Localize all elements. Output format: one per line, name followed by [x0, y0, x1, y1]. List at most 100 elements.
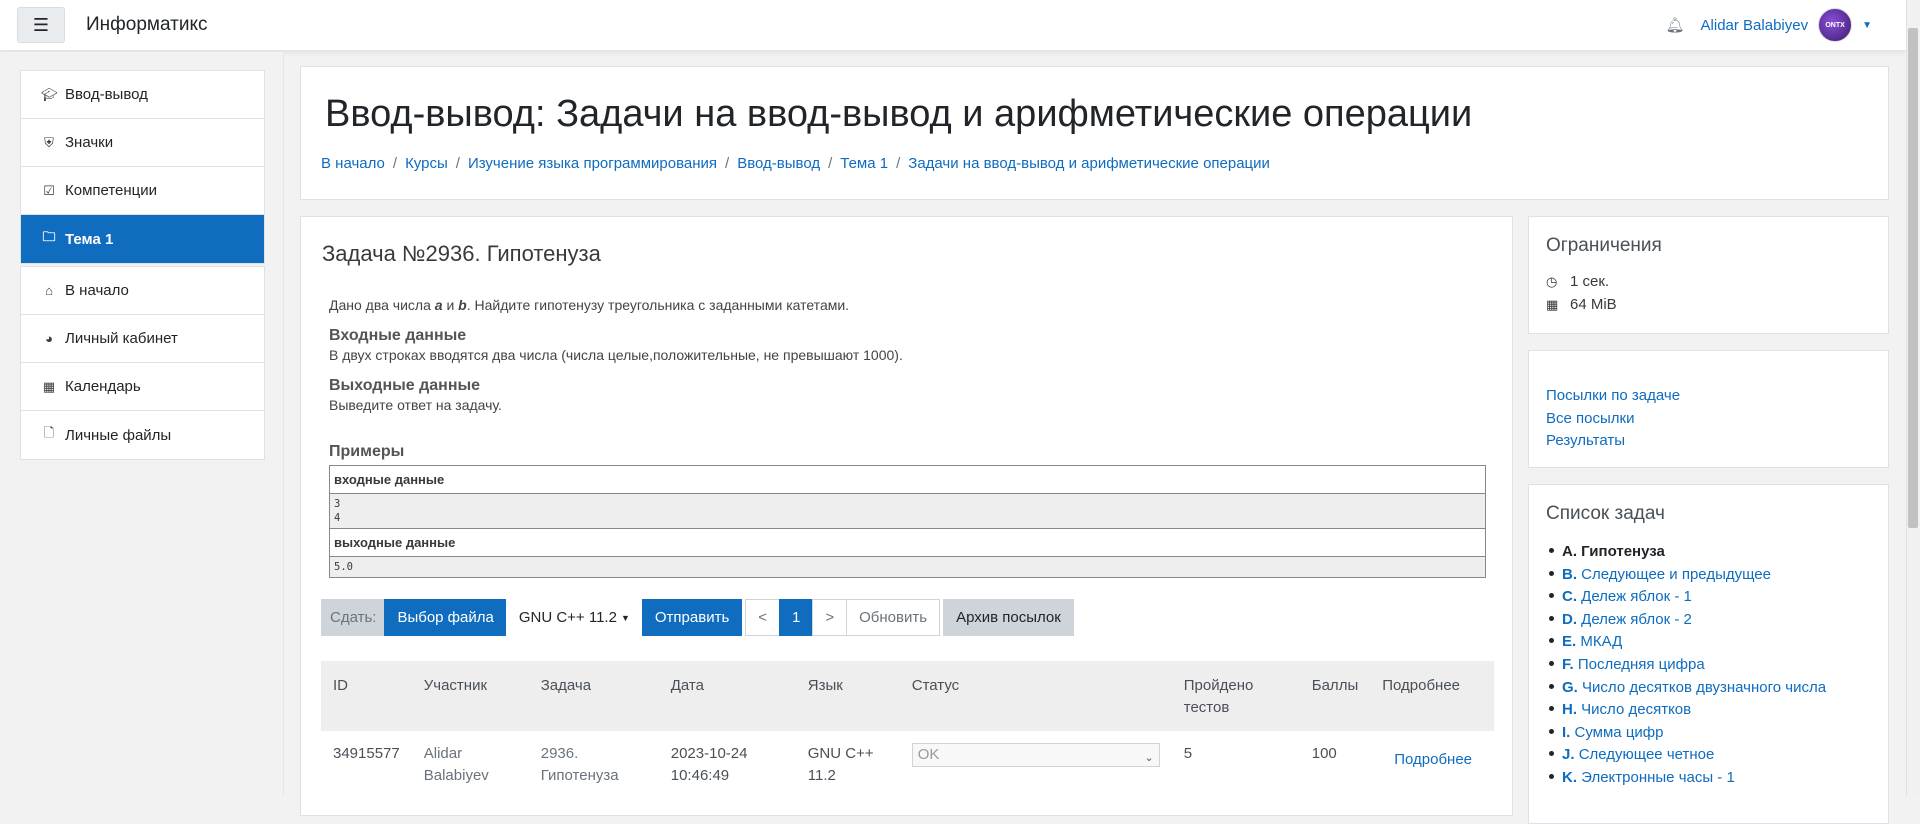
bell-icon[interactable]: 🔔︎: [1665, 16, 1684, 34]
clock-icon: ◷: [1546, 273, 1558, 289]
nav-item-home[interactable]: ⌂ В начало: [21, 267, 264, 315]
bullet: [1549, 728, 1554, 734]
problem-statement: Дано два числа a и b. Найдите гипотенузу…: [329, 297, 1509, 413]
nav-item-competencies[interactable]: ☑ Компетенции: [21, 167, 264, 215]
details-link[interactable]: Подробнее: [1394, 751, 1472, 768]
refresh-button[interactable]: Обновить: [846, 599, 941, 636]
link-results[interactable]: Результаты: [1546, 432, 1625, 449]
sample-table: входные данные 34 выходные данные 5.0: [329, 465, 1486, 578]
cell-language: GNU C++ 11.2: [796, 731, 900, 799]
nav-item-calendar[interactable]: ▦ Календарь: [21, 363, 264, 411]
nav-item-topic-1[interactable]: 🗀 Тема 1: [21, 215, 264, 263]
table-header-row: ID Участник Задача Дата Язык Статус Прой…: [321, 661, 1494, 731]
links-card: Посылки по задаче Все посылки Результаты: [1528, 350, 1889, 468]
user-name[interactable]: Alidar Balabiyev: [1701, 17, 1809, 34]
top-navbar: ☰ Информатикс 🔔︎ Alidar Balabiyev ONTX ▼: [0, 0, 1906, 51]
list-item[interactable]: E. МКАД: [1549, 631, 1826, 654]
page-scrollbar[interactable]: [1906, 0, 1920, 796]
site-brand[interactable]: Информатикс: [86, 14, 207, 36]
status-select[interactable]: OK ⌄: [911, 743, 1160, 767]
task-link[interactable]: Электронные часы - 1: [1581, 769, 1735, 786]
breadcrumb-category[interactable]: Изучение языка программирования: [468, 155, 717, 172]
send-button[interactable]: Отправить: [641, 599, 743, 636]
date-line: 10:46:49: [670, 767, 730, 784]
task-link[interactable]: Число десятков: [1581, 701, 1691, 718]
scrollbar-thumb[interactable]: [1908, 28, 1918, 528]
list-item[interactable]: C. Дележ яблок - 1: [1549, 586, 1826, 609]
next-page-button[interactable]: >: [812, 599, 848, 636]
task-letter: G.: [1562, 678, 1578, 696]
nav-item-private-files[interactable]: 🗋 Личные файлы: [21, 411, 264, 459]
task-link[interactable]: Дележ яблок - 1: [1581, 588, 1692, 605]
link-list: Посылки по задаче Все посылки Результаты: [1546, 385, 1680, 453]
task-letter: A.: [1562, 543, 1577, 560]
task-link[interactable]: Дележ яблок - 2: [1581, 611, 1692, 628]
chevron-down-icon[interactable]: ▼: [1862, 20, 1872, 31]
choose-file-button[interactable]: Выбор файла: [384, 599, 507, 636]
list-item[interactable]: J. Следующее четное: [1549, 744, 1826, 767]
task-list-title: Список задач: [1546, 503, 1665, 524]
statement-part: Дано два числа: [329, 297, 435, 313]
sample-input-line: 3: [334, 498, 341, 510]
list-item[interactable]: I. Сумма цифр: [1549, 722, 1826, 745]
list-item[interactable]: F. Последняя цифра: [1549, 654, 1826, 677]
variable-a: a: [434, 297, 443, 313]
task-link[interactable]: Число десятков двузначного числа: [1582, 679, 1826, 696]
breadcrumb-home[interactable]: В начало: [321, 155, 385, 172]
bullet: [1549, 683, 1554, 689]
status-value: OK: [917, 746, 940, 763]
task-link[interactable]: Последняя цифра: [1578, 656, 1705, 673]
bullet: [1549, 593, 1554, 599]
menu-toggle-button[interactable]: ☰: [17, 7, 65, 43]
nav-item-course[interactable]: 🎓︎ Ввод-вывод: [21, 71, 264, 119]
breadcrumb-separator: /: [896, 155, 901, 172]
calendar-icon: ▦: [42, 378, 56, 394]
breadcrumb-activity[interactable]: Задачи на ввод-вывод и арифметические оп…: [908, 155, 1270, 172]
task-link[interactable]: МКАД: [1580, 633, 1622, 650]
col-details: Подробнее: [1370, 661, 1494, 731]
list-item[interactable]: K. Электронные часы - 1: [1549, 767, 1826, 790]
link-all-submissions[interactable]: Все посылки: [1546, 410, 1634, 427]
list-item[interactable]: B. Следующее и предыдущее: [1549, 564, 1826, 587]
bullet: [1549, 661, 1554, 666]
nav-item-dashboard[interactable]: ◕ Личный кабинет: [21, 315, 264, 363]
nav-item-badges[interactable]: ⛨ Значки: [21, 119, 264, 167]
bullet: [1549, 706, 1554, 712]
col-tests-line: Пройдено: [1183, 677, 1254, 694]
page-1-button[interactable]: 1: [779, 599, 814, 636]
breadcrumb-courses[interactable]: Курсы: [405, 155, 448, 172]
col-task: Задача: [528, 661, 659, 731]
task-link[interactable]: Следующее четное: [1579, 746, 1715, 763]
page-header: Ввод-вывод: Задачи на ввод-вывод и арифм…: [300, 66, 1889, 200]
link-task-submissions[interactable]: Посылки по задаче: [1546, 387, 1680, 404]
list-item[interactable]: D. Дележ яблок - 2: [1549, 609, 1826, 632]
problem-card: Задача №2936. Гипотенуза Дано два числа …: [300, 216, 1513, 816]
breadcrumb-course[interactable]: Ввод-вывод: [737, 155, 820, 172]
prev-page-button[interactable]: <: [745, 599, 781, 636]
problem-title: Задача №2936. Гипотенуза: [322, 241, 601, 266]
nav-item-label: В начало: [65, 282, 129, 299]
statement-part: и: [442, 297, 459, 313]
cell-tests: 5: [1183, 745, 1193, 762]
bullet: [1549, 638, 1554, 644]
list-item[interactable]: G. Число десятков двузначного числа: [1549, 677, 1826, 700]
bullet: [1549, 751, 1554, 757]
task-link[interactable]: Сумма цифр: [1575, 724, 1664, 741]
list-item[interactable]: H. Число десятков: [1549, 699, 1826, 722]
sample-output-value: 5.0: [329, 556, 1486, 578]
breadcrumb-topic[interactable]: Тема 1: [840, 155, 888, 172]
statement-part: . Найдите гипотенузу треугольника с зада…: [466, 297, 850, 313]
nav-item-label: Календарь: [65, 378, 141, 395]
task-letter: F.: [1562, 655, 1574, 673]
breadcrumb-separator: /: [392, 155, 398, 172]
archive-button[interactable]: Архив посылок: [943, 599, 1074, 636]
language-select[interactable]: GNU C++ 11.2 ▼: [505, 599, 643, 636]
time-limit-value: 1 сек.: [1570, 273, 1610, 290]
task-letter: K.: [1562, 768, 1577, 786]
task-letter: H.: [1562, 701, 1577, 719]
memory-limit: ▦ 64 MiB: [1546, 296, 1617, 313]
task-name: Гипотенуза: [1581, 543, 1665, 560]
submit-label: Сдать:: [321, 599, 386, 636]
task-link[interactable]: Следующее и предыдущее: [1581, 566, 1771, 583]
avatar[interactable]: ONTX: [1818, 8, 1853, 42]
